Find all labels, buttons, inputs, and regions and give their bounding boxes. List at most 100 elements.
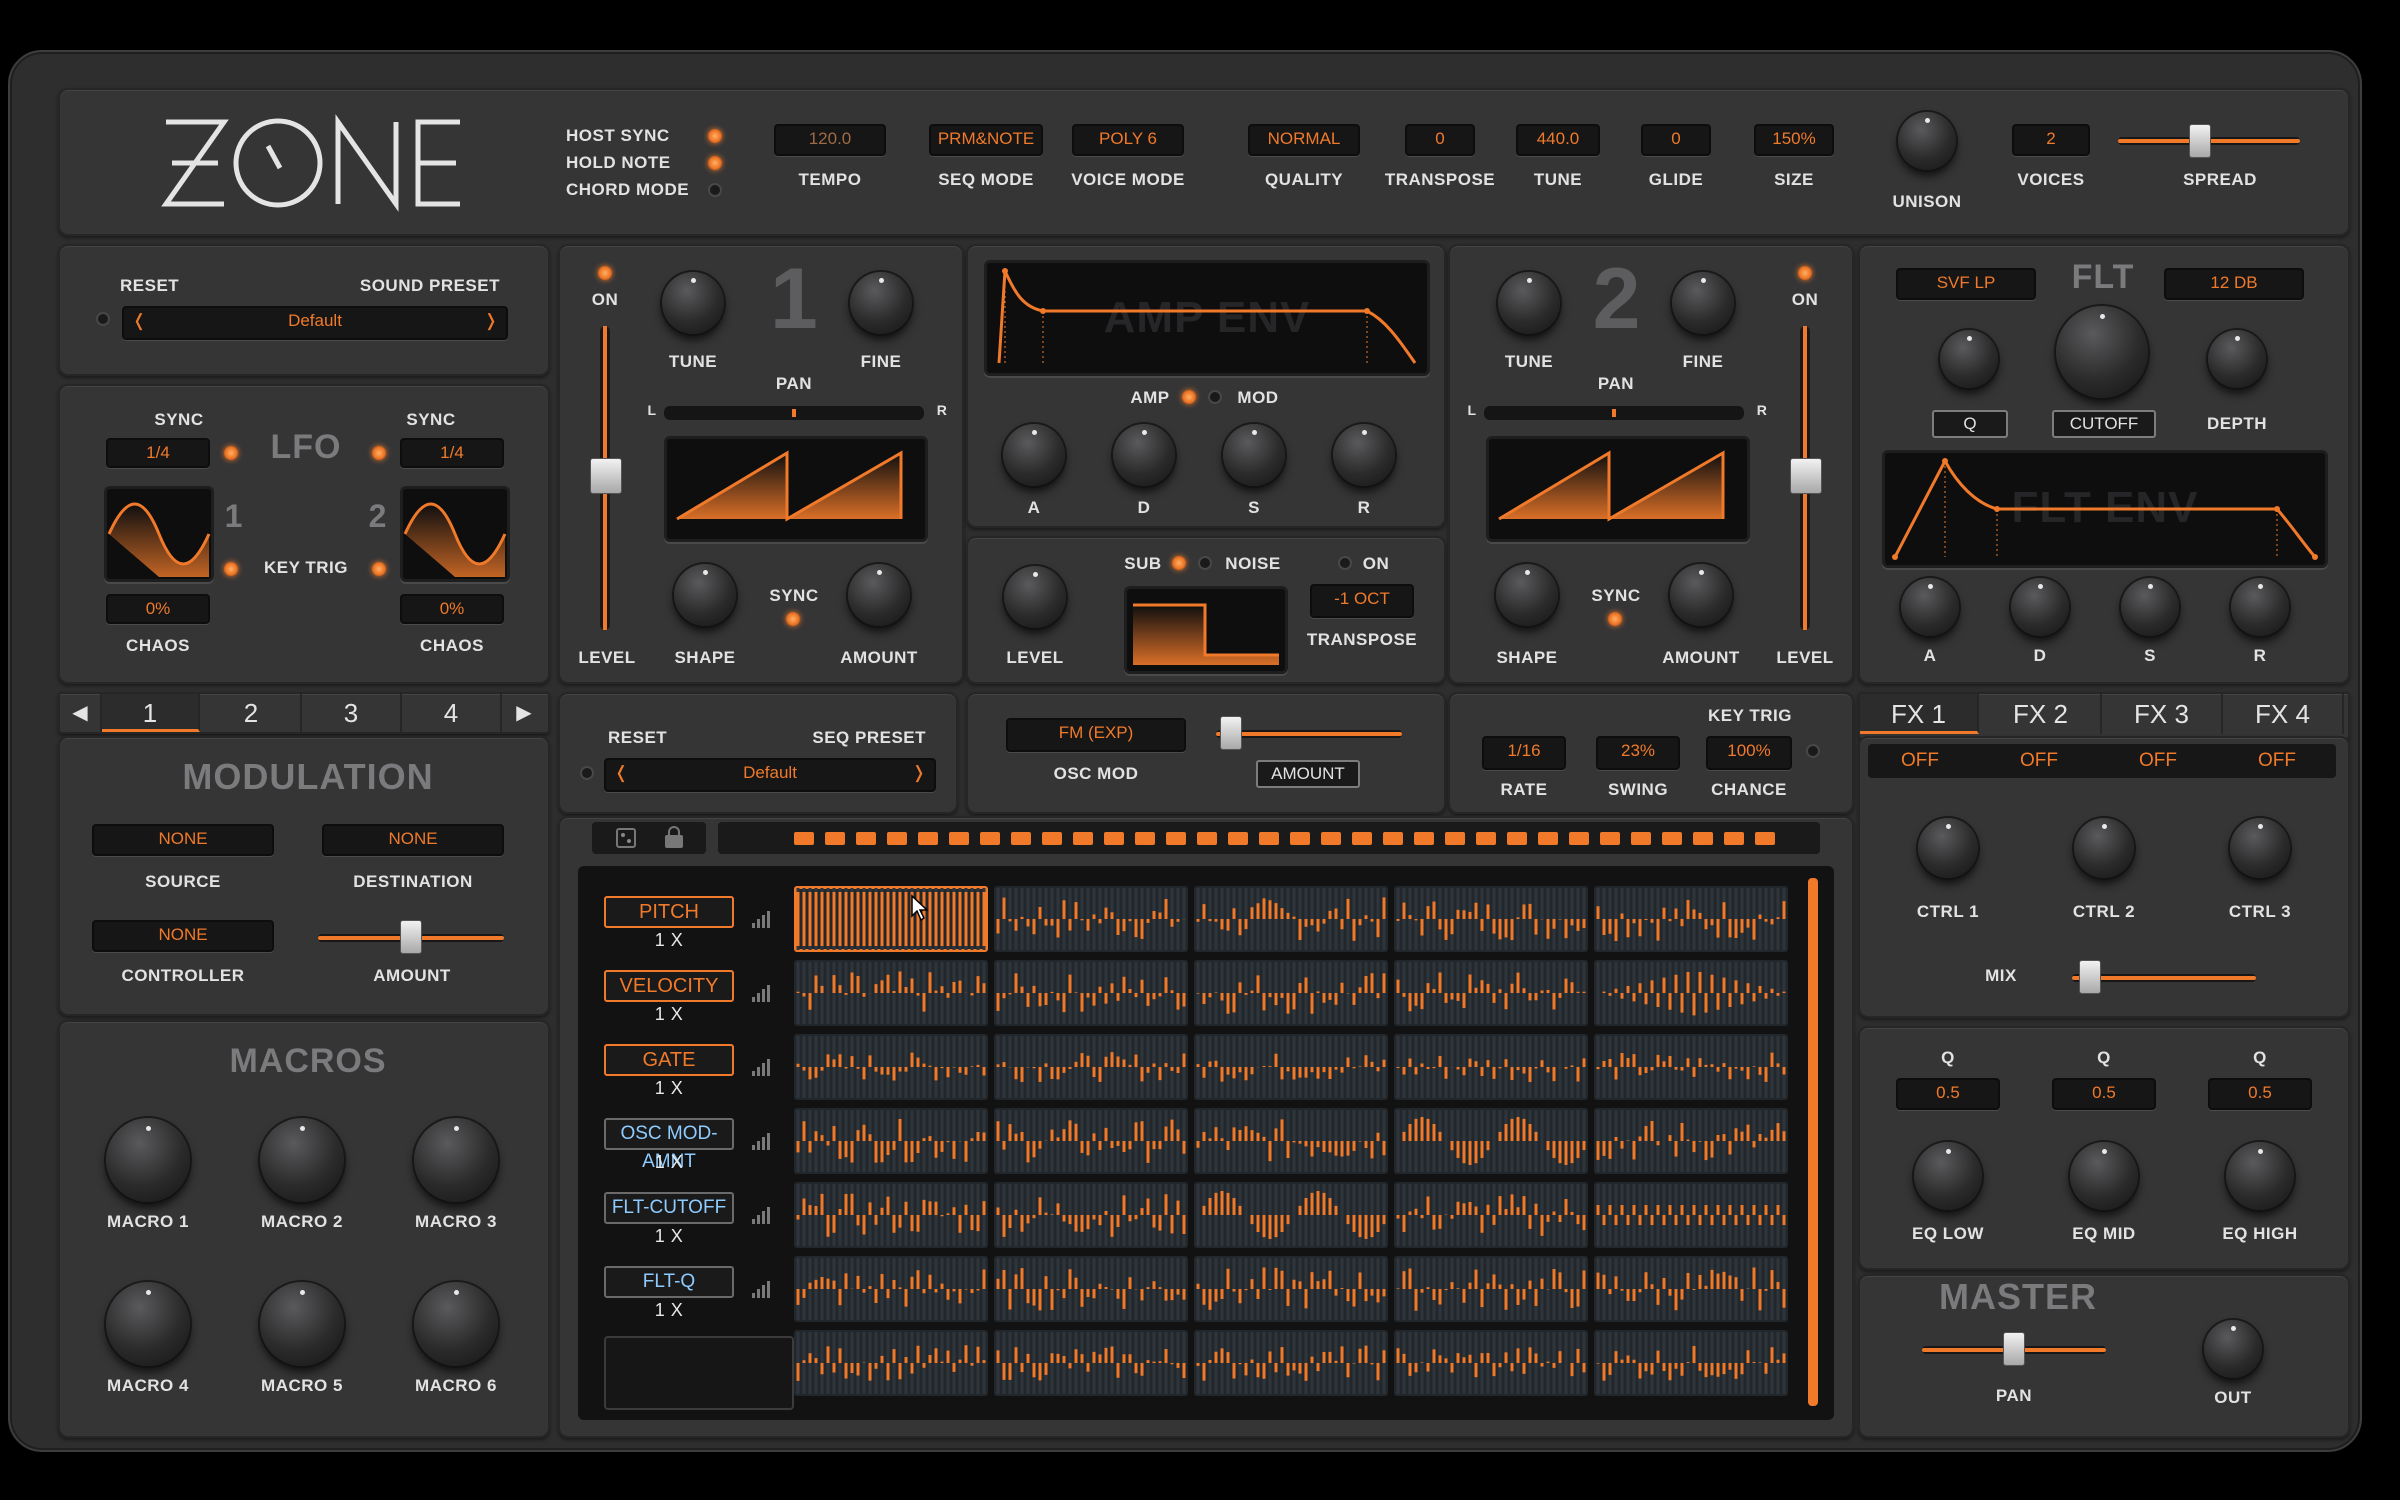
seq-row-name[interactable]: FLT-CUTOFF (604, 1192, 734, 1224)
preset-prev-arrow[interactable]: ❬ (132, 308, 146, 334)
mod-amount-thumb[interactable] (400, 920, 422, 954)
seq-cell[interactable] (794, 1256, 988, 1322)
fx-state[interactable]: OFF (2237, 750, 2317, 772)
filter-type-display[interactable]: SVF LP (1896, 268, 2036, 300)
seq-cell[interactable] (1194, 886, 1388, 952)
filter-cutoff-knob[interactable] (2056, 306, 2148, 398)
osc1-amount-knob[interactable] (848, 564, 910, 626)
header-field-display[interactable]: NORMAL (1248, 124, 1360, 156)
header-field-display[interactable]: 120.0 (774, 124, 886, 156)
seq-chance-display[interactable]: 100% (1706, 736, 1792, 770)
seq-cell[interactable] (1394, 1182, 1588, 1248)
destination-display[interactable]: NONE (322, 824, 504, 856)
fx-ctrl-knob[interactable] (2230, 818, 2290, 878)
sub-level-knob[interactable] (1004, 566, 1066, 628)
osc-mod-amount-slider[interactable] (1216, 730, 1402, 738)
osc-mod-amount-button[interactable]: AMOUNT (1256, 760, 1360, 788)
seq-preset-selector[interactable]: ❬ Default ❭ (604, 758, 936, 792)
seq-row-name[interactable]: OSC MOD-AMNT (604, 1118, 734, 1172)
fx-state[interactable]: OFF (1880, 750, 1960, 772)
fx-tab[interactable]: FX 1 (1860, 694, 1979, 734)
sub-on-led[interactable] (1338, 556, 1352, 570)
spread-slider-thumb[interactable] (2188, 124, 2211, 158)
fx-state[interactable]: OFF (2118, 750, 2198, 772)
dice-icon[interactable] (616, 828, 636, 848)
seq-row-name[interactable]: PITCH (604, 896, 734, 928)
seq-cell[interactable] (794, 1108, 988, 1174)
osc2-tune-knob[interactable] (1498, 272, 1560, 334)
eq-knob[interactable] (2070, 1142, 2138, 1210)
amp-env-knob[interactable] (1113, 424, 1175, 486)
seq-cell[interactable] (1394, 1330, 1588, 1396)
eq-q-display[interactable]: 0.5 (1896, 1078, 2000, 1110)
fx-tab[interactable]: FX 3 (2102, 694, 2223, 734)
osc-mod-amount-thumb[interactable] (1219, 716, 1242, 750)
lfo1-keytrig-led[interactable] (224, 562, 238, 576)
seq-row-name[interactable]: GATE (604, 1044, 734, 1076)
amp-env-knob[interactable] (1333, 424, 1395, 486)
seq-cell[interactable] (994, 886, 1188, 952)
osc-mod-display[interactable]: FM (EXP) (1006, 718, 1186, 752)
lfo2-chaos[interactable]: 0% (400, 594, 504, 624)
seq-rate-display[interactable]: 1/16 (1482, 736, 1566, 770)
header-field-display[interactable]: 0 (1405, 124, 1475, 156)
seq-cell[interactable] (794, 886, 988, 952)
header-field-display[interactable]: PRM&NOTE (929, 124, 1043, 156)
seq-cell[interactable] (994, 1108, 1188, 1174)
controller-display[interactable]: NONE (92, 920, 274, 952)
header-toggle-led[interactable] (708, 156, 722, 170)
mod-tab-prev[interactable]: ◀ (60, 694, 102, 732)
sub-transpose-display[interactable]: -1 OCT (1310, 584, 1414, 618)
reset-led[interactable] (96, 312, 110, 326)
osc1-fine-knob[interactable] (850, 272, 912, 334)
seq-cell[interactable] (1194, 1182, 1388, 1248)
macro-knob[interactable] (414, 1282, 498, 1366)
seq-cell[interactable] (794, 1330, 988, 1396)
mod-tab-1[interactable]: 1 (102, 694, 200, 732)
seq-reset-led[interactable] (580, 766, 594, 780)
seq-cell[interactable] (1394, 1256, 1588, 1322)
header-field-display[interactable]: POLY 6 (1072, 124, 1184, 156)
preset-next-arrow[interactable]: ❭ (484, 308, 498, 334)
seq-cell[interactable] (794, 1182, 988, 1248)
master-pan-thumb[interactable] (2003, 1332, 2025, 1366)
macro-knob[interactable] (414, 1118, 498, 1202)
filter-depth-knob[interactable] (2208, 330, 2266, 388)
osc1-level-thumb[interactable] (590, 458, 622, 494)
eq-knob[interactable] (2226, 1142, 2294, 1210)
source-display[interactable]: NONE (92, 824, 274, 856)
mod-tab-3[interactable]: 3 (302, 694, 402, 732)
seq-cell[interactable] (1594, 1256, 1788, 1322)
seq-cell[interactable] (794, 960, 988, 1026)
seq-cell[interactable] (994, 1034, 1188, 1100)
flt-env-knob[interactable] (2231, 578, 2289, 636)
header-toggle-led[interactable] (708, 183, 722, 197)
seq-cell[interactable] (1394, 1034, 1588, 1100)
mod-tab-4[interactable]: 4 (402, 694, 502, 732)
header-field-display[interactable]: 440.0 (1516, 124, 1600, 156)
seq-preset-next[interactable]: ❭ (912, 760, 926, 786)
flt-env-knob[interactable] (2121, 578, 2179, 636)
master-out-knob[interactable] (2204, 1320, 2262, 1378)
seq-cell[interactable] (1594, 1182, 1788, 1248)
osc2-level-thumb[interactable] (1790, 458, 1822, 494)
seq-scrollbar[interactable] (1808, 878, 1818, 1406)
filter-cutoff-button[interactable]: CUTOFF (2052, 410, 2156, 438)
unison-knob[interactable] (1898, 112, 1956, 170)
osc1-tune-knob[interactable] (662, 272, 724, 334)
seq-cell[interactable] (1194, 1108, 1388, 1174)
osc1-pan-slider[interactable] (664, 406, 924, 420)
mod-tab-next[interactable]: ▶ (502, 694, 546, 732)
header-toggle-led[interactable] (708, 129, 722, 143)
seq-preset-prev[interactable]: ❬ (614, 760, 628, 786)
header-field-display[interactable]: 150% (1754, 124, 1834, 156)
seq-cell[interactable] (794, 1034, 988, 1100)
amp-led[interactable] (1182, 390, 1196, 404)
sound-preset-selector[interactable]: ❬ Default ❭ (122, 306, 508, 340)
osc1-on-led[interactable] (598, 266, 612, 280)
seq-cell[interactable] (1594, 886, 1788, 952)
macro-knob[interactable] (260, 1282, 344, 1366)
fx-state[interactable]: OFF (1999, 750, 2079, 772)
seq-cell[interactable] (1194, 1330, 1388, 1396)
seq-row-name[interactable]: VELOCITY (604, 970, 734, 1002)
